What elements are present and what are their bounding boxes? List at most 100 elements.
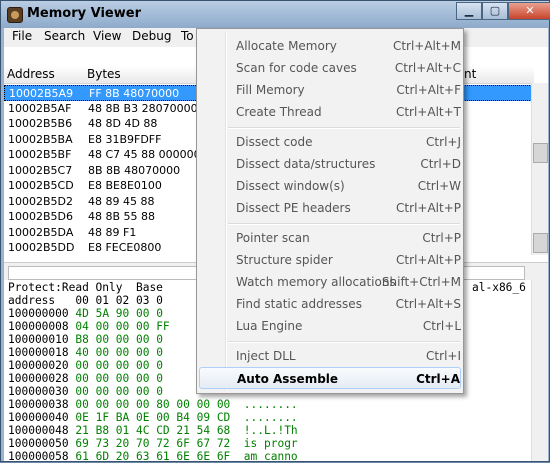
menu-separator — [228, 223, 460, 225]
menu-item-shortcut: Ctrl+Alt+F — [396, 83, 461, 97]
menu-item-fill-memory[interactable]: Fill Memory Ctrl+Alt+F — [199, 79, 461, 101]
hex-ascii: am canno — [243, 450, 298, 463]
row-address: 10002B5CD — [8, 179, 74, 192]
hex-line[interactable]: 100000008 04 00 00 00 FF — [8, 320, 170, 333]
hex-line[interactable]: 100000058 61 6D 20 63 61 6E 6E 6F am can… — [8, 450, 298, 463]
hex-header-protect: Protect:Read Only Base — [8, 281, 163, 294]
menu-item-dissect-windows[interactable]: Dissect window(s) Ctrl+W — [199, 175, 461, 197]
hex-ascii: ........ — [243, 411, 298, 424]
hex-bytes: 04 00 00 00 FF — [75, 320, 170, 333]
menu-item-watch-memory-allocations[interactable]: Watch memory allocations Shift+Ctrl+M — [199, 271, 461, 293]
hex-address: 100000050 — [8, 437, 69, 450]
hex-bytes: 40 00 00 00 0 — [75, 346, 163, 359]
hex-bytes: B8 00 00 00 0 — [75, 333, 163, 346]
menu-item-find-static-addresses[interactable]: Find static addresses Ctrl+Alt+S — [199, 293, 461, 315]
maximize-button[interactable]: ▢ — [482, 2, 508, 20]
menu-item-scan-code-caves[interactable]: Scan for code caves Ctrl+Alt+C — [199, 57, 461, 79]
menu-view[interactable]: View — [93, 29, 121, 43]
menu-item-label: Dissect window(s) — [236, 179, 345, 193]
menu-item-shortcut: Shift+Ctrl+M — [381, 275, 461, 289]
menu-item-label: Inject DLL — [236, 349, 296, 363]
menu-item-label: Create Thread — [236, 105, 322, 119]
hex-line[interactable]: 100000040 0E 1F BA 0E 00 B4 09 CD ......… — [8, 411, 298, 424]
hex-ascii: !..L.!Th — [243, 424, 298, 437]
menu-item-auto-assemble[interactable]: Auto Assemble Ctrl+A — [199, 367, 461, 389]
hex-line[interactable]: 100000028 00 00 00 00 0 — [8, 372, 163, 385]
hex-line[interactable]: 100000048 21 B8 01 4C CD 21 54 68 !..L.!… — [8, 424, 298, 437]
menu-item-allocate-memory[interactable]: Allocate Memory Ctrl+Alt+M — [199, 35, 461, 57]
menu-item-shortcut: Ctrl+P — [422, 231, 461, 245]
minimize-button[interactable]: ▁ — [456, 2, 482, 20]
disassembler-scrollbar[interactable] — [531, 83, 548, 255]
column-comment[interactable]: nt — [464, 67, 476, 81]
menu-debug[interactable]: Debug — [132, 29, 171, 43]
menu-item-label: Structure spider — [236, 253, 333, 267]
menu-item-dissect-data[interactable]: Dissect data/structures Ctrl+D — [199, 153, 461, 175]
menu-item-shortcut: Ctrl+Alt+M — [392, 39, 461, 53]
column-address[interactable]: Address — [7, 67, 55, 81]
hex-bytes: 00 00 00 00 0 — [75, 359, 163, 372]
menu-separator — [228, 127, 460, 129]
row-bytes: E8 31B9FDFF — [88, 132, 162, 146]
row-address: 10002B5D2 — [8, 194, 74, 208]
menu-item-shortcut: Ctrl+J — [426, 135, 461, 149]
hex-address: 100000038 — [8, 398, 69, 411]
row-address: 10002B5DD — [8, 241, 75, 254]
row-address: 10002B5B6 — [8, 117, 73, 130]
hex-line[interactable]: 100000038 00 00 00 00 80 00 00 00 ......… — [8, 398, 298, 411]
menu-item-shortcut: Ctrl+L — [422, 319, 461, 333]
menu-item-structure-spider[interactable]: Structure spider Ctrl+Alt+P — [199, 249, 461, 271]
menu-item-shortcut: Ctrl+W — [417, 179, 461, 193]
menu-search[interactable]: Search — [44, 29, 85, 43]
title-bar[interactable]: Memory Viewer ▁ ▢ ✕ — [1, 1, 550, 28]
menu-item-inject-dll[interactable]: Inject DLL Ctrl+I — [199, 345, 461, 367]
row-address: 10002B5A9 — [9, 87, 74, 100]
menu-item-shortcut: Ctrl+Alt+T — [395, 105, 461, 119]
menu-item-label: Scan for code caves — [236, 61, 357, 75]
row-address: 10002B5BA — [8, 132, 73, 146]
hex-bytes: 00 00 00 00 80 00 00 00 — [75, 398, 231, 411]
hex-bytes: 69 73 20 70 72 6F 67 72 — [75, 437, 231, 450]
app-icon — [7, 7, 23, 23]
scroll-thumb[interactable] — [533, 143, 548, 163]
hex-line[interactable]: 100000018 40 00 00 00 0 — [8, 346, 163, 359]
menu-item-label: Fill Memory — [236, 83, 305, 97]
close-button[interactable]: ✕ — [508, 2, 550, 20]
menu-item-label: Lua Engine — [236, 319, 303, 333]
menu-item-shortcut: Ctrl+I — [426, 349, 461, 363]
menu-item-lua-engine[interactable]: Lua Engine Ctrl+L — [199, 315, 461, 337]
menu-item-label: Auto Assemble — [237, 372, 339, 386]
row-bytes: 48 8D 4D 88 — [88, 117, 158, 130]
hex-ascii: is progr — [243, 437, 298, 450]
menu-tools[interactable]: To — [181, 29, 194, 43]
hex-line[interactable]: 100000010 B8 00 00 00 0 — [8, 333, 163, 346]
row-address: 10002B5DA — [8, 225, 74, 239]
hex-line[interactable]: 100000000 4D 5A 90 00 0 — [8, 307, 163, 320]
column-bytes[interactable]: Bytes — [87, 67, 121, 81]
hex-header-module: al-x86_6 — [472, 281, 526, 294]
menu-item-shortcut: Ctrl+Alt+S — [395, 297, 461, 311]
hex-address: 100000028 — [8, 372, 69, 385]
hex-header-columns: address 00 01 02 03 0 — [8, 294, 163, 307]
window-title: Memory Viewer — [27, 6, 141, 21]
scroll-thumb-lower[interactable] — [533, 233, 548, 253]
menu-item-shortcut: Ctrl+D — [420, 157, 461, 171]
menu-file[interactable]: File — [12, 29, 32, 43]
menu-item-dissect-code[interactable]: Dissect code Ctrl+J — [199, 131, 461, 153]
menu-item-label: Allocate Memory — [236, 39, 337, 53]
hex-address: 100000018 — [8, 346, 69, 359]
hex-address: 100000000 — [8, 307, 69, 320]
menu-item-label: Pointer scan — [236, 231, 310, 245]
row-bytes: 48 89 F1 — [88, 225, 137, 239]
menu-separator — [228, 341, 460, 343]
hex-scrollbar[interactable] — [531, 280, 548, 461]
hex-line[interactable]: 100000020 00 00 00 00 0 — [8, 359, 163, 372]
menu-item-pointer-scan[interactable]: Pointer scan Ctrl+P — [199, 227, 461, 249]
menu-item-create-thread[interactable]: Create Thread Ctrl+Alt+T — [199, 101, 461, 123]
hex-address: 100000020 — [8, 359, 69, 372]
hex-bytes: 0E 1F BA 0E 00 B4 09 CD — [75, 411, 231, 424]
hex-line[interactable]: 100000050 69 73 20 70 72 6F 67 72 is pro… — [8, 437, 298, 450]
hex-line[interactable]: 100000030 00 00 00 00 0 — [8, 385, 163, 398]
hex-address: 100000058 — [8, 450, 69, 463]
menu-item-dissect-pe-headers[interactable]: Dissect PE headers Ctrl+Alt+P — [199, 197, 461, 219]
